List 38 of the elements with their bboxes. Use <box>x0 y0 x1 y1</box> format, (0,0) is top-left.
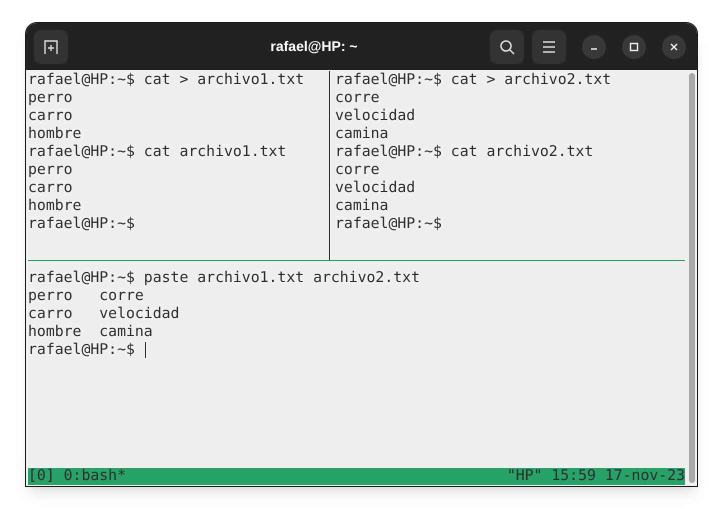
terminal-line: rafael@HP:~$ paste archivo1.txt archivo2.txt <box>28 268 420 288</box>
terminal-line: hombre camina <box>28 322 153 342</box>
terminal-line: corre <box>335 88 380 108</box>
terminal-line: velocidad <box>335 178 416 198</box>
terminal-line: rafael@HP:~$ <box>335 214 442 234</box>
terminal-line: rafael@HP:~$ cat archivo2.txt <box>335 142 594 162</box>
close-icon <box>669 42 679 52</box>
terminal-line: carro <box>28 106 73 126</box>
search-button[interactable] <box>490 30 524 64</box>
terminal-line: rafael@HP:~$ cat > archivo1.txt <box>28 70 304 90</box>
close-button[interactable] <box>662 34 686 58</box>
new-tab-icon <box>43 38 59 54</box>
window-title: rafael@HP: ~ <box>270 37 358 56</box>
minimize-icon <box>590 48 598 50</box>
terminal-line: hombre <box>28 196 82 216</box>
terminal-line: rafael@HP:~$ <box>28 340 135 360</box>
terminal-line: corre <box>335 160 380 180</box>
search-icon <box>499 38 515 54</box>
menu-icon <box>542 40 556 52</box>
terminal-line: rafael@HP:~$ cat archivo1.txt <box>28 142 286 162</box>
new-tab-button[interactable] <box>34 30 68 64</box>
terminal-line: carro <box>28 178 73 198</box>
terminal-line: perro <box>28 160 73 180</box>
terminal-line: camina <box>335 124 388 144</box>
terminal-line: velocidad <box>335 106 416 126</box>
session-name: [0] 0:bash* <box>28 466 126 486</box>
terminal-line: carro velocidad <box>28 304 180 324</box>
terminal-line: camina <box>335 196 388 216</box>
host-date-time: "HP" 15:59 17-nov-23 <box>506 466 685 486</box>
maximize-icon <box>629 42 639 52</box>
menu-button[interactable] <box>532 30 566 64</box>
terminal-line: hombre <box>28 124 82 144</box>
minimize-button[interactable] <box>582 34 606 58</box>
terminal-line: perro <box>28 88 73 108</box>
maximize-button[interactable] <box>622 34 646 58</box>
terminal-line: rafael@HP:~$ <box>28 214 135 234</box>
terminal-line: rafael@HP:~$ cat > archivo2.txt <box>335 70 612 90</box>
terminal-line: perro corre <box>28 286 144 306</box>
